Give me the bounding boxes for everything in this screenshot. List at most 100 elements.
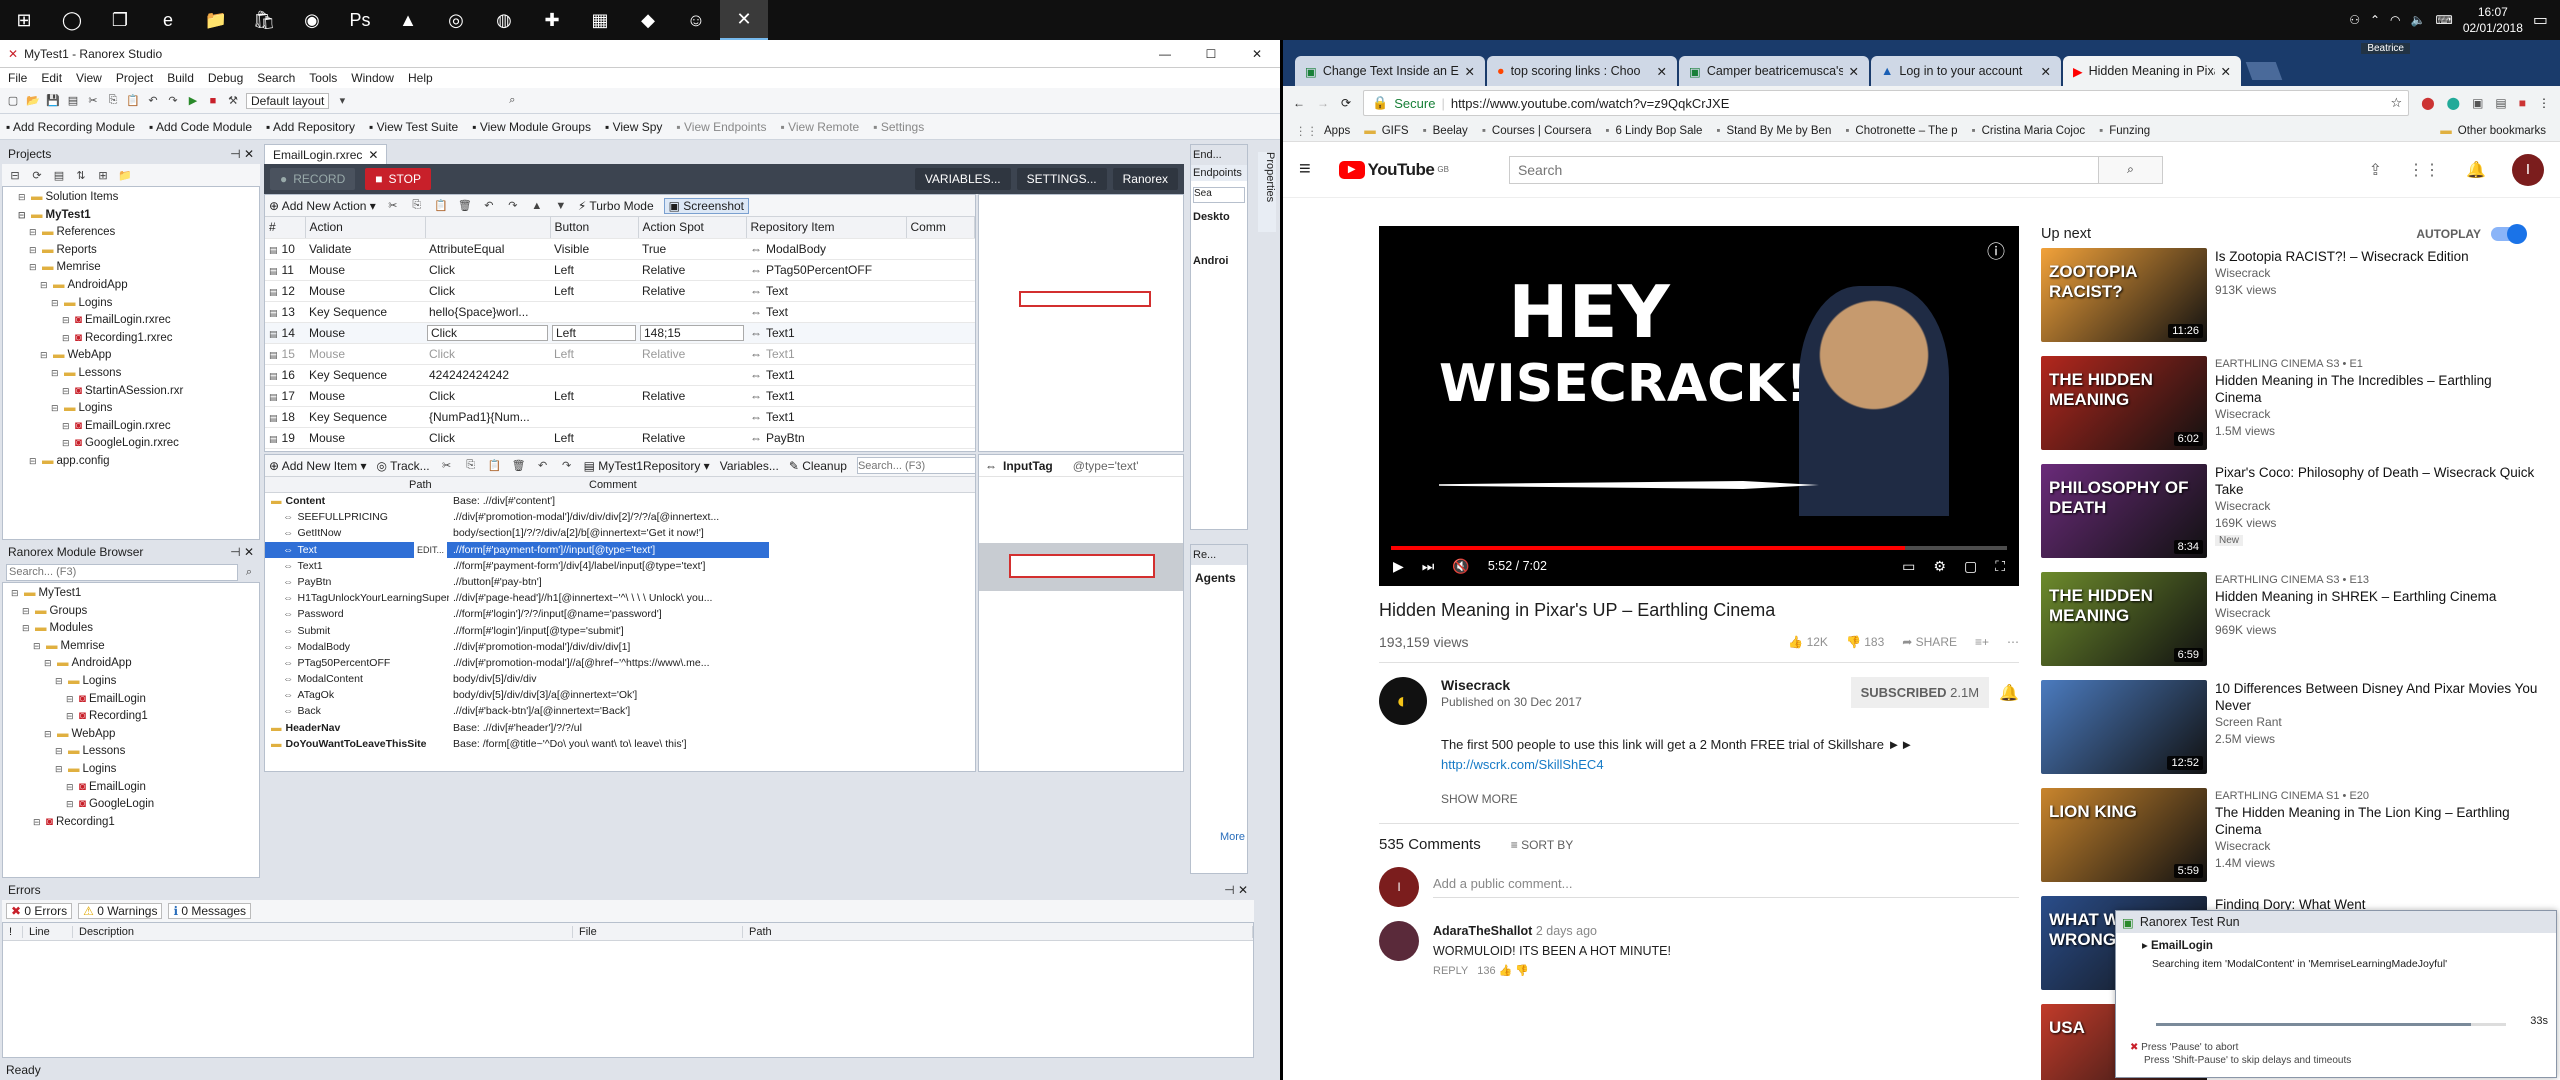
origin-icon[interactable]: ◉ xyxy=(288,0,336,40)
app-icon[interactable]: ▲ xyxy=(384,0,432,40)
miniplayer-icon[interactable]: ▢ xyxy=(1964,558,1977,575)
repository-item-comment[interactable] xyxy=(769,623,975,639)
repository-item-comment[interactable] xyxy=(769,671,975,687)
tree-item[interactable]: ⊟ ▬ AndroidApp xyxy=(3,277,259,295)
chevron-up-icon[interactable]: ⌃ xyxy=(2370,13,2380,27)
action-cell-text[interactable]: Left xyxy=(552,324,636,341)
tree-item[interactable]: ⊟ ◙ EmailLogin.rxrec xyxy=(3,312,259,330)
editor-tab[interactable]: EmailLogin.rxrec ✕ xyxy=(264,144,388,164)
tree-item[interactable]: ⊟ ▬ Logins xyxy=(3,295,259,313)
expand-icon[interactable]: ⊟ xyxy=(33,814,43,832)
repository-select[interactable]: ▤ MyTest1Repository ▾ xyxy=(584,459,710,473)
store-icon[interactable]: 🛍 xyxy=(240,0,288,40)
expand-icon[interactable]: ⊟ xyxy=(18,189,28,207)
task-view-icon[interactable]: ❐ xyxy=(96,0,144,40)
comment-cell[interactable] xyxy=(906,280,975,302)
close-icon[interactable]: ⊣ ✕ xyxy=(230,545,260,559)
next-icon[interactable]: ⏭ xyxy=(1422,558,1435,575)
variables-button[interactable]: Variables... xyxy=(720,459,779,473)
tree-item[interactable]: ⊟ ◙ GoogleLogin xyxy=(3,796,259,814)
notification-bell-icon[interactable]: 🔔 xyxy=(1999,683,2019,703)
action-row[interactable]: ▤ 15 Mouse Click Left Relative ⇔ Text1 xyxy=(265,343,975,365)
recommendation-title[interactable]: The Hidden Meaning in The Lion King – Ea… xyxy=(2215,804,2541,838)
recommendation-channel[interactable]: Wisecrack xyxy=(2215,265,2469,282)
expand-icon[interactable]: ⊟ xyxy=(22,620,32,638)
build-icon[interactable]: ⚒ xyxy=(226,94,240,108)
bookmark-item[interactable]: ▪ Chotronette – The p xyxy=(1845,125,1971,137)
tree-item[interactable]: ⊟ ▬ Reports xyxy=(3,242,259,260)
screenshot-button[interactable]: ▣ Screenshot xyxy=(663,197,749,214)
search-button[interactable]: ⌕ xyxy=(2098,155,2163,184)
bell-icon[interactable]: 🔔 xyxy=(2466,160,2486,180)
tree-item[interactable]: ⊟ ▬ AndroidApp xyxy=(3,655,259,673)
repository-row[interactable]: ⇔ PTag50PercentOFF .//div[#'promotion-moda… xyxy=(265,655,975,671)
repository-item[interactable]: ⇔ SEEFULLPRICING xyxy=(265,509,449,525)
cleanup-button[interactable]: ✎ Cleanup xyxy=(789,459,847,473)
edit-button[interactable]: EDIT... xyxy=(413,541,447,558)
settings-icon[interactable]: ⚙ xyxy=(1933,558,1946,575)
recommendation-title[interactable]: 10 Differences Between Disney And Pixar … xyxy=(2215,680,2541,714)
add-to-icon[interactable]: ≡+ xyxy=(1975,635,1989,649)
expand-icon[interactable]: ⊟ xyxy=(62,383,72,401)
youtube-search-input[interactable] xyxy=(1508,155,2099,184)
repository-item-comment[interactable] xyxy=(769,703,975,719)
repository-item[interactable]: ⇔ Text EDIT... xyxy=(265,541,449,558)
search-icon[interactable]: ⌕ xyxy=(242,565,256,579)
recommendation-title[interactable]: Pixar's Coco: Philosophy of Death – Wise… xyxy=(2215,464,2541,498)
back-icon[interactable]: ← xyxy=(1293,96,1305,110)
errors-column-header[interactable]: Description xyxy=(73,925,573,938)
toolbar-button-settings[interactable]: ▪ Settings xyxy=(873,120,924,134)
menu-item-file[interactable]: File xyxy=(8,71,27,85)
more-icon[interactable]: ⋯ xyxy=(2007,635,2019,649)
expand-icon[interactable]: ⊟ xyxy=(44,726,54,744)
new-tab-button[interactable] xyxy=(2245,62,2283,80)
menu-item-edit[interactable]: Edit xyxy=(41,71,62,85)
extension-icon[interactable]: ▣ xyxy=(2472,96,2483,110)
description-link[interactable]: http://wscrk.com/SkillShEC4 xyxy=(1441,755,2019,775)
repository-row[interactable]: ▬ DoYouWantToLeaveThisSite Base: /form[@ti… xyxy=(265,736,975,752)
tree-item[interactable]: ⊟ ▬ Lessons xyxy=(3,743,259,761)
delete-icon[interactable]: 🗑 xyxy=(458,199,472,213)
repository-item-comment[interactable] xyxy=(769,493,975,509)
expand-icon[interactable]: ⊟ xyxy=(66,708,76,726)
tree-item[interactable]: ⊟ ▬ Groups xyxy=(3,603,259,621)
video-thumbnail[interactable]: ZOOTOPIA RACIST? 11:26 xyxy=(2041,248,2207,342)
tree-item[interactable]: ⊟ ▬ Lessons xyxy=(3,365,259,383)
tree-item[interactable]: ⊟ ▬ Solution Items xyxy=(3,189,259,207)
menu-item-view[interactable]: View xyxy=(76,71,102,85)
tree-item[interactable]: ⊟ ◙ EmailLogin.rxrec xyxy=(3,418,259,436)
filter-icon[interactable]: ⇅ xyxy=(74,168,88,182)
photoshop-icon[interactable]: Ps xyxy=(336,0,384,40)
channel-avatar[interactable]: ◐ xyxy=(1379,677,1427,725)
track-button[interactable]: ◎ Track... xyxy=(376,459,429,473)
column-header[interactable]: Button xyxy=(550,217,639,239)
errors-column-header[interactable]: Line xyxy=(23,925,73,938)
column-header[interactable]: Comm xyxy=(906,217,975,239)
expand-icon[interactable]: ▸ xyxy=(2142,940,2148,952)
cut-icon[interactable]: ✂ xyxy=(440,459,454,473)
browser-tab[interactable]: ▣ Camper beatricemusca's ✕ xyxy=(1679,56,1869,86)
expand-icon[interactable]: ⊟ xyxy=(29,453,39,471)
toolbar-button-view-endpoints[interactable]: ▪ View Endpoints xyxy=(676,120,766,134)
channel-name[interactable]: Wisecrack xyxy=(1441,677,1582,693)
repository-item[interactable]: ⇔ Submit xyxy=(265,623,449,639)
redo-icon[interactable]: ↷ xyxy=(560,459,574,473)
repository-item-comment[interactable] xyxy=(769,736,975,752)
tree-item[interactable]: ⊟ ▬ Modules xyxy=(3,620,259,638)
recommendation-channel[interactable]: Screen Rant xyxy=(2215,714,2541,731)
toolbar-button-add-recording-module[interactable]: ▪ Add Recording Module xyxy=(6,120,135,134)
repo-column-header[interactable]: Path xyxy=(405,479,585,491)
repository-item-comment[interactable] xyxy=(769,574,975,590)
expand-icon[interactable]: ⊟ xyxy=(66,691,76,709)
recommendation-channel[interactable]: Wisecrack xyxy=(2215,605,2496,622)
tree-item[interactable]: ⊟ ▬ WebApp xyxy=(3,726,259,744)
errors-column-header[interactable]: File xyxy=(573,925,743,938)
windows-icon[interactable]: ⊞ xyxy=(0,0,48,40)
expand-icon[interactable]: ⊟ xyxy=(62,312,72,330)
bookmark-item[interactable]: ▪ Stand By Me by Ben xyxy=(1716,125,1845,137)
expand-icon[interactable]: ⊟ xyxy=(29,242,39,260)
comment-author-avatar[interactable] xyxy=(1379,921,1419,961)
network-icon[interactable]: ◠ xyxy=(2390,13,2400,27)
run-icon[interactable]: ▶ xyxy=(186,94,200,108)
app2-icon[interactable]: ✚ xyxy=(528,0,576,40)
